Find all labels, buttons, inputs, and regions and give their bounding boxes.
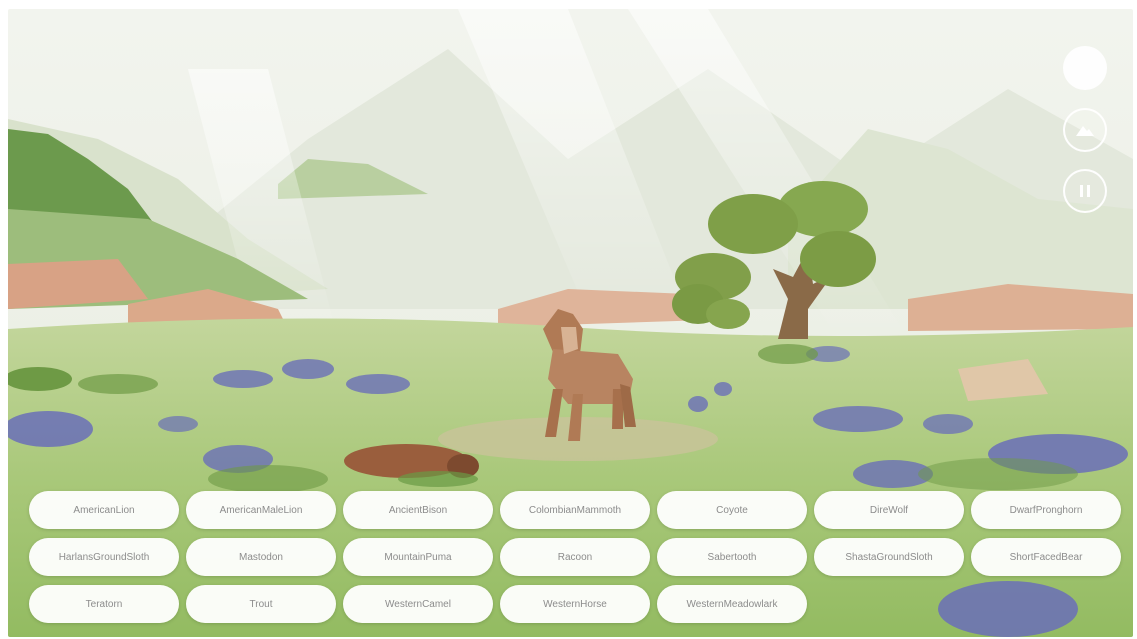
animal-button-short-faced-bear[interactable]: ShortFacedBear: [971, 538, 1121, 576]
animal-button-mastodon[interactable]: Mastodon: [186, 538, 336, 576]
animal-button-harlans-ground-sloth[interactable]: HarlansGroundSloth: [29, 538, 179, 576]
animal-button-teratorn[interactable]: Teratorn: [29, 585, 179, 623]
animal-button-american-male-lion[interactable]: AmericanMaleLion: [186, 491, 336, 529]
animal-button-western-meadowlark[interactable]: WesternMeadowlark: [657, 585, 807, 623]
pause-button[interactable]: [1063, 169, 1107, 213]
animal-button-western-camel[interactable]: WesternCamel: [343, 585, 493, 623]
pause-icon: [1080, 185, 1090, 197]
animal-button-american-lion[interactable]: AmericanLion: [29, 491, 179, 529]
terrain-icon: [1076, 126, 1094, 136]
animal-button-colombian-mammoth[interactable]: ColombianMammoth: [500, 491, 650, 529]
animal-button-shasta-ground-sloth[interactable]: ShastaGroundSloth: [814, 538, 964, 576]
animal-button-sabertooth[interactable]: Sabertooth: [657, 538, 807, 576]
animal-button-coyote[interactable]: Coyote: [657, 491, 807, 529]
home-button[interactable]: [1063, 46, 1107, 90]
animal-selector: AmericanLion AmericanMaleLion AncientBis…: [29, 491, 1121, 623]
game-viewport[interactable]: AmericanLion AmericanMaleLion AncientBis…: [8, 9, 1133, 637]
animal-button-western-horse[interactable]: WesternHorse: [500, 585, 650, 623]
animal-button-racoon[interactable]: Racoon: [500, 538, 650, 576]
animal-button-dire-wolf[interactable]: DireWolf: [814, 491, 964, 529]
terrain-button[interactable]: [1063, 108, 1107, 152]
animal-button-mountain-puma[interactable]: MountainPuma: [343, 538, 493, 576]
animal-button-ancient-bison[interactable]: AncientBison: [343, 491, 493, 529]
animal-button-trout[interactable]: Trout: [186, 585, 336, 623]
animal-button-dwarf-pronghorn[interactable]: DwarfPronghorn: [971, 491, 1121, 529]
